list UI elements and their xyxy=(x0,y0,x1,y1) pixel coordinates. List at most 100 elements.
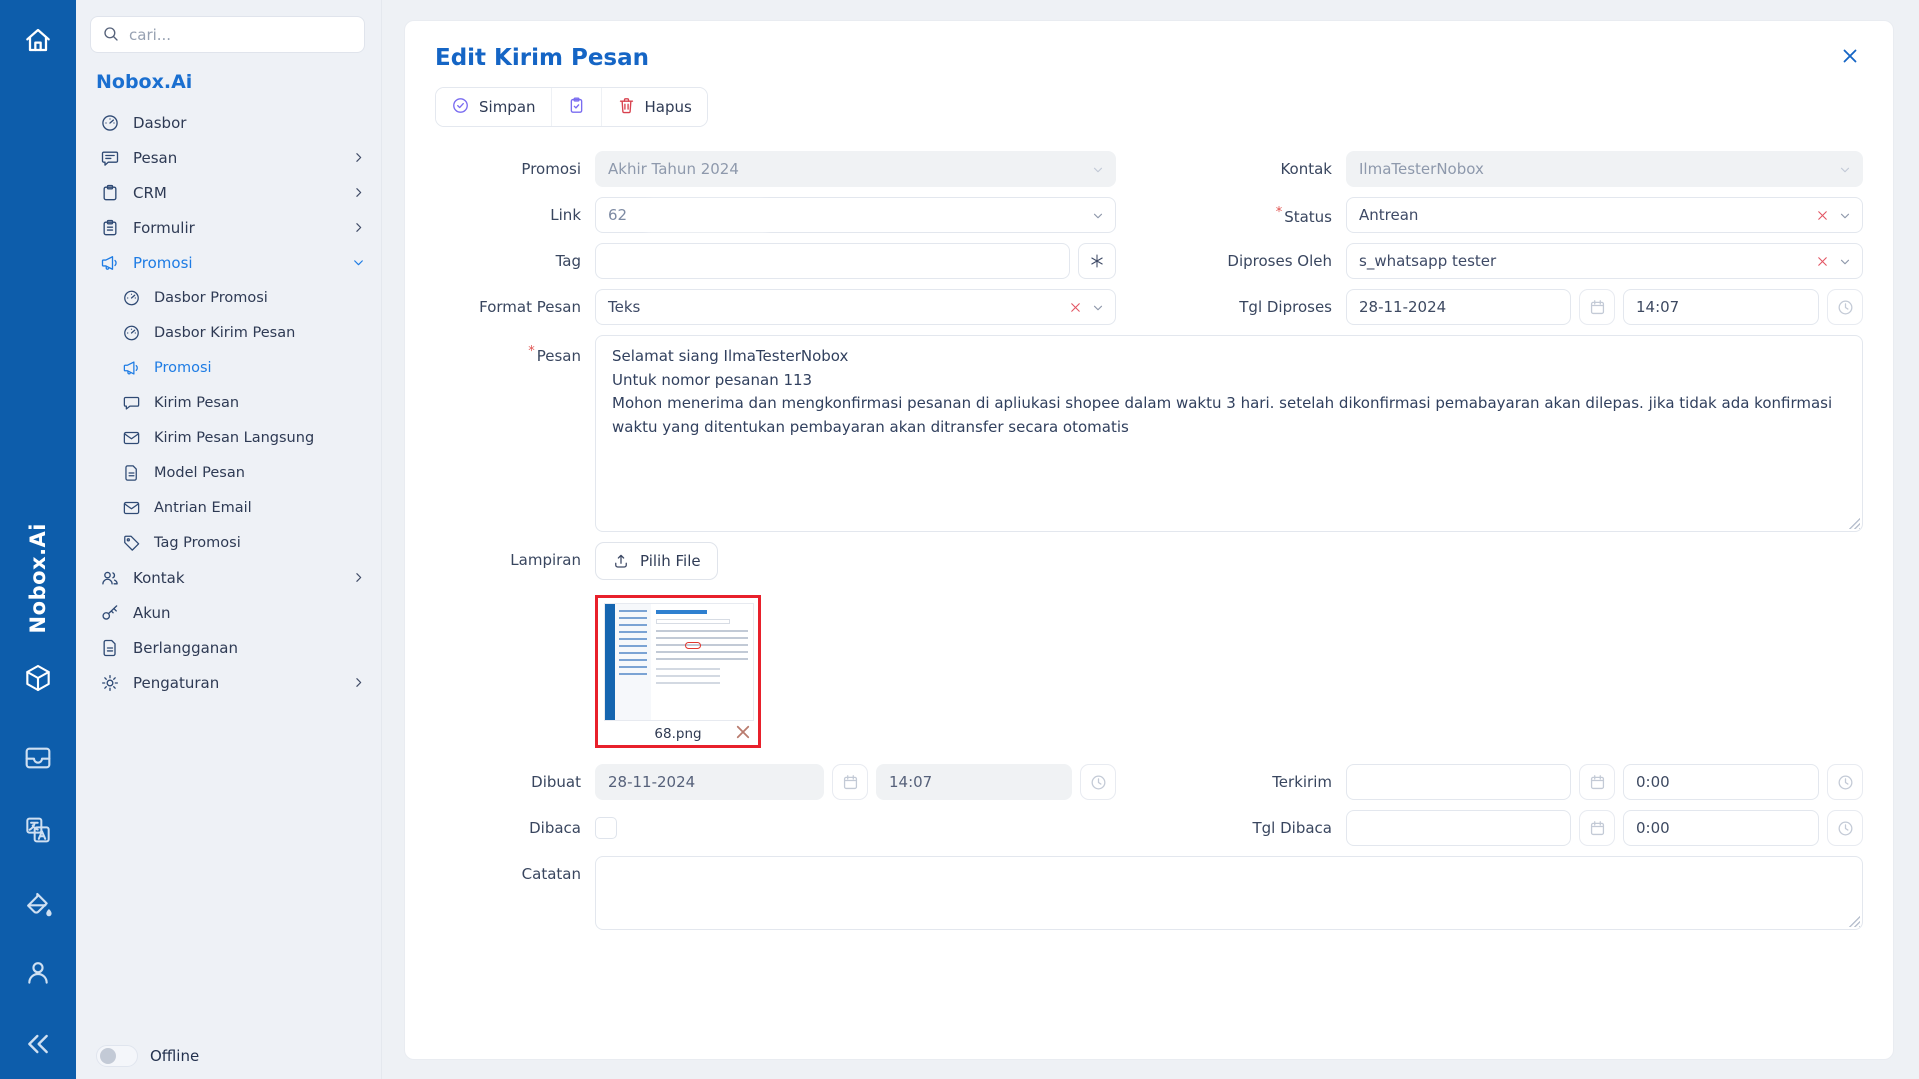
mini-sidebar xyxy=(615,604,651,720)
chevron-down-icon xyxy=(1091,301,1105,315)
tgl-diproses-time-input[interactable] xyxy=(1623,289,1819,325)
collapse-icon[interactable] xyxy=(22,1028,54,1060)
clipboard-list-icon xyxy=(100,218,120,238)
sidebar-item-promosi[interactable]: Promosi xyxy=(76,245,381,280)
clear-icon[interactable] xyxy=(1815,208,1830,223)
close-icon[interactable] xyxy=(1839,45,1863,69)
sidebar-menu: Dasbor Pesan CRM Formulir Promosi xyxy=(76,105,381,1079)
attachment-thumbnail[interactable]: 68.png xyxy=(595,595,761,748)
sidebar: Nobox.Ai Dasbor Pesan CRM Formulir xyxy=(76,0,382,1079)
sidebar-item-label: Formulir xyxy=(133,219,195,237)
dibuat-label: Dibuat xyxy=(435,773,595,791)
sidebar-item-dasbor-kirim-pesan[interactable]: Dasbor Kirim Pesan xyxy=(76,315,381,350)
tag-input[interactable] xyxy=(595,243,1070,279)
sidebar-item-promosi-sub[interactable]: Promosi xyxy=(76,350,381,385)
redaction-overlay xyxy=(648,205,766,227)
terkirim-time-input[interactable] xyxy=(1623,764,1819,800)
home-icon[interactable] xyxy=(22,24,54,56)
asterisk-button[interactable] xyxy=(1078,243,1116,279)
sidebar-item-label: Berlangganan xyxy=(133,639,238,657)
status-select[interactable]: Antrean xyxy=(1346,197,1863,233)
tgl-diproses-label: Tgl Diproses xyxy=(1186,298,1346,316)
sidebar-item-dasbor-promosi[interactable]: Dasbor Promosi xyxy=(76,280,381,315)
tgl-dibaca-label: Tgl Dibaca xyxy=(1186,819,1346,837)
terkirim-date-input[interactable] xyxy=(1346,764,1571,800)
user-icon[interactable] xyxy=(22,956,54,988)
chevron-down-icon xyxy=(1091,209,1105,223)
tgl-dibaca-time-input[interactable] xyxy=(1623,810,1819,846)
clear-icon[interactable] xyxy=(1815,254,1830,269)
tgl-diproses-date-input[interactable] xyxy=(1346,289,1571,325)
sidebar-item-label: Akun xyxy=(133,604,171,622)
format-pesan-select[interactable]: Teks xyxy=(595,289,1116,325)
chevron-down-icon xyxy=(1091,163,1105,177)
kontak-value: IlmaTesterNobox xyxy=(1359,160,1484,178)
message-icon xyxy=(100,148,120,168)
dibaca-label: Dibaca xyxy=(435,819,595,837)
link-select[interactable]: 62 xyxy=(595,197,1116,233)
calendar-icon[interactable] xyxy=(1579,764,1615,800)
clock-icon[interactable] xyxy=(1827,764,1863,800)
remove-attachment-icon[interactable] xyxy=(734,723,752,741)
diproses-oleh-select[interactable]: s_whatsapp tester xyxy=(1346,243,1863,279)
clear-icon[interactable] xyxy=(1068,300,1083,315)
copy-button[interactable] xyxy=(552,88,602,126)
sidebar-item-tag-promosi[interactable]: Tag Promosi xyxy=(76,525,381,560)
calendar-icon[interactable] xyxy=(1579,810,1615,846)
envelope-icon xyxy=(122,428,141,447)
calendar-icon[interactable] xyxy=(1579,289,1615,325)
chevron-down-icon xyxy=(1838,209,1852,223)
trash-icon xyxy=(617,96,636,119)
sidebar-item-formulir[interactable]: Formulir xyxy=(76,210,381,245)
promosi-select[interactable]: Akhir Tahun 2024 xyxy=(595,151,1116,187)
delete-button[interactable]: Hapus xyxy=(602,88,707,126)
catatan-textarea[interactable] xyxy=(595,856,1863,930)
inbox-icon[interactable] xyxy=(22,742,54,774)
diproses-oleh-value: s_whatsapp tester xyxy=(1359,252,1496,270)
pesan-textarea[interactable]: Selamat siang IlmaTesterNobox Untuk nomo… xyxy=(595,335,1863,532)
offline-toggle[interactable] xyxy=(96,1045,138,1067)
dashboard-icon xyxy=(122,323,141,342)
kontak-select[interactable]: IlmaTesterNobox xyxy=(1346,151,1863,187)
edit-kirim-pesan-panel: Edit Kirim Pesan Simpan Hapus xyxy=(404,20,1894,1060)
main-area: Edit Kirim Pesan Simpan Hapus xyxy=(382,0,1919,1079)
clipboard-check-icon xyxy=(567,96,586,119)
sidebar-item-kirim-pesan-langsung[interactable]: Kirim Pesan Langsung xyxy=(76,420,381,455)
dibaca-checkbox[interactable] xyxy=(595,817,617,839)
link-value: 62 xyxy=(608,206,627,224)
calendar-icon xyxy=(832,764,868,800)
save-button[interactable]: Simpan xyxy=(436,88,552,126)
app-root: Nobox.Ai Nobox.Ai xyxy=(0,0,1919,1079)
sidebar-item-pengaturan[interactable]: Pengaturan xyxy=(76,665,381,700)
sidebar-item-label: Kirim Pesan xyxy=(154,395,239,411)
megaphone-icon xyxy=(100,253,120,273)
terkirim-label: Terkirim xyxy=(1186,773,1346,791)
required-asterisk: * xyxy=(1276,205,1283,220)
clock-icon[interactable] xyxy=(1827,289,1863,325)
lampiran-label: Lampiran xyxy=(435,542,595,569)
megaphone-icon xyxy=(122,358,141,377)
sidebar-item-label: Kontak xyxy=(133,569,185,587)
sidebar-item-kirim-pesan[interactable]: Kirim Pesan xyxy=(76,385,381,420)
sidebar-item-akun[interactable]: Akun xyxy=(76,595,381,630)
sidebar-item-antrian-email[interactable]: Antrian Email xyxy=(76,490,381,525)
diproses-oleh-label: Diproses Oleh xyxy=(1186,252,1346,270)
sidebar-item-berlangganan[interactable]: Berlangganan xyxy=(76,630,381,665)
sidebar-item-kontak[interactable]: Kontak xyxy=(76,560,381,595)
dashboard-icon xyxy=(122,288,141,307)
sidebar-item-model-pesan[interactable]: Model Pesan xyxy=(76,455,381,490)
sidebar-item-dasbor[interactable]: Dasbor xyxy=(76,105,381,140)
paint-bucket-icon[interactable] xyxy=(22,888,54,920)
search-input[interactable] xyxy=(90,16,365,53)
pilih-file-button[interactable]: Pilih File xyxy=(595,542,718,580)
box-icon[interactable] xyxy=(22,662,54,694)
envelope-icon xyxy=(122,498,141,517)
clock-icon[interactable] xyxy=(1827,810,1863,846)
sidebar-item-label: CRM xyxy=(133,184,167,202)
sidebar-item-label: Pesan xyxy=(133,149,177,167)
sidebar-item-crm[interactable]: CRM xyxy=(76,175,381,210)
tag-label: Tag xyxy=(435,252,595,270)
translate-icon[interactable] xyxy=(22,814,54,846)
sidebar-item-pesan[interactable]: Pesan xyxy=(76,140,381,175)
tgl-dibaca-date-input[interactable] xyxy=(1346,810,1571,846)
